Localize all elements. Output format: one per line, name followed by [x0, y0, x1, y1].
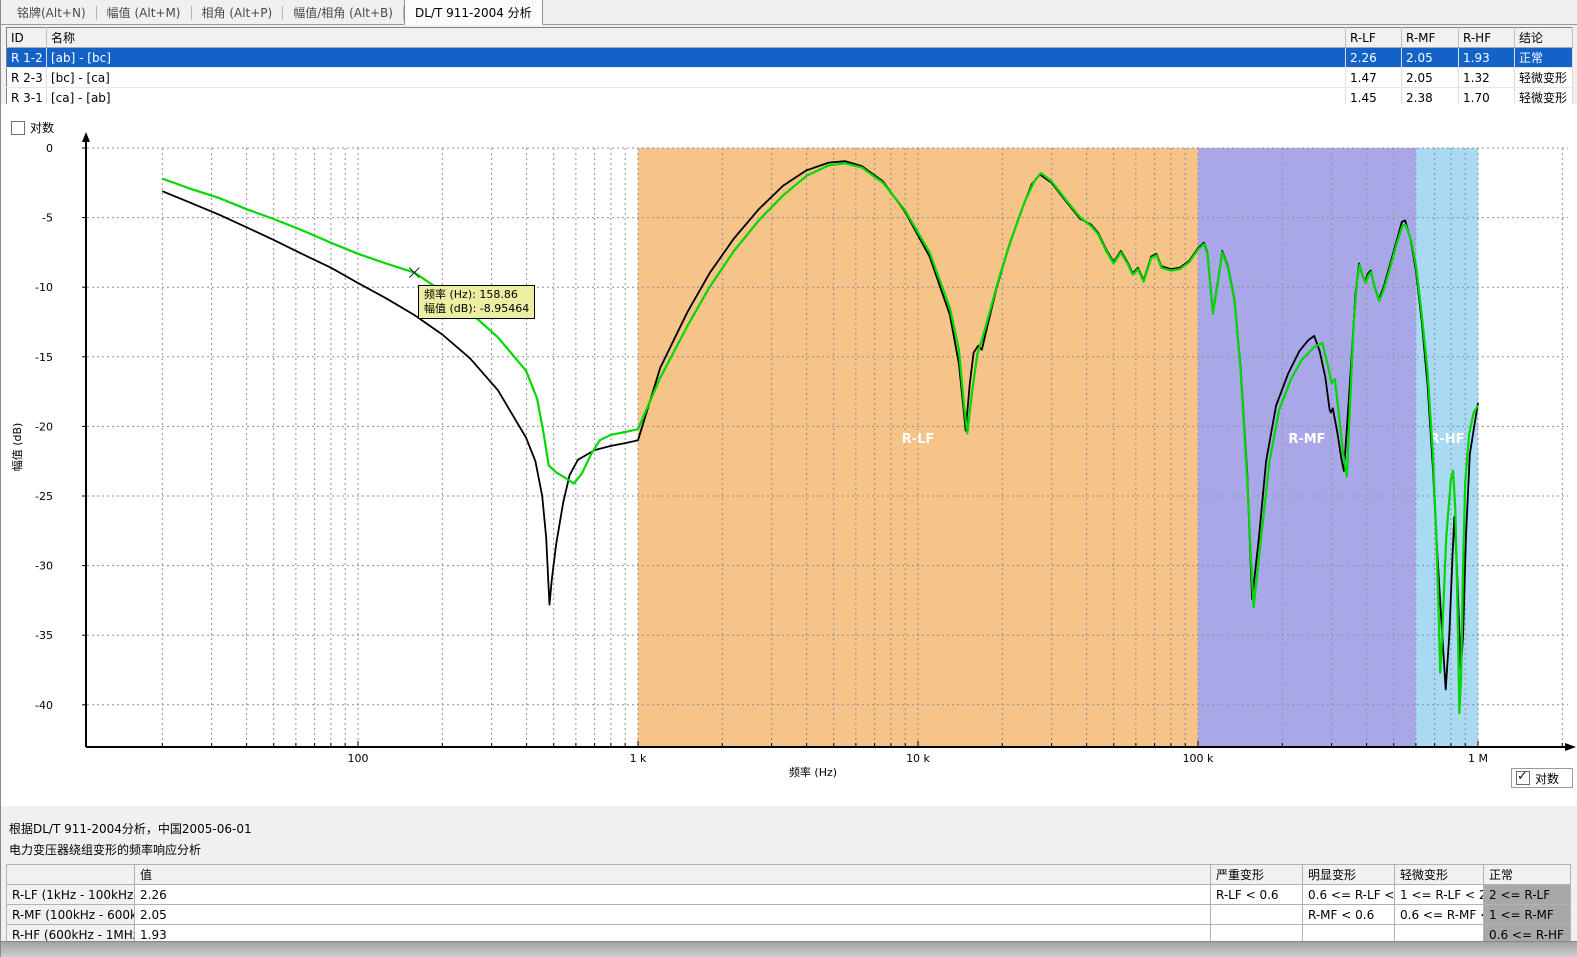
tab-4[interactable]: 幅值/相角 (Alt+B) [283, 0, 403, 24]
x-tick-label: 1 k [630, 752, 647, 765]
band-r-mf [1198, 148, 1416, 747]
analysis-criteria-table: 值严重变形明显变形轻微变形正常R-LF (1kHz - 100kHz)2.26R… [6, 864, 1571, 945]
tab-1[interactable]: 铭牌(Alt+N) [7, 0, 96, 24]
column-header[interactable] [7, 865, 135, 885]
cell: 轻微变形 [1515, 68, 1573, 88]
band-label-r-lf: R-LF [902, 432, 935, 447]
y-tick-label: -5 [42, 212, 53, 225]
cell: 2.05 [135, 905, 1211, 925]
table-row: R-MF (100kHz - 600kHz)2.05 R-MF < 0.60.6 … [7, 905, 1571, 925]
tooltip-magnitude: 幅值 (dB): -8.95464 [424, 302, 529, 316]
x-tick-label: 100 k [1183, 752, 1214, 765]
cell: 1.47 [1346, 68, 1402, 88]
column-header[interactable]: R-MF [1402, 28, 1459, 48]
cell: R 2-3 [7, 68, 47, 88]
column-header[interactable]: 值 [135, 865, 1211, 885]
analysis-note-line-1: 根据DL/T 911-2004分析，中国2005-06-01 [9, 820, 252, 837]
frequency-response-plot: 0 -5 -10 -15 -20 -25 -30 -35 -40 100 1 k 10 k 100 k 1… [1, 104, 1577, 806]
y-tick-label: -40 [35, 699, 53, 712]
chart-tooltip: 频率 (Hz): 158.86 幅值 (dB): -8.95464 [418, 285, 535, 319]
x-axis-arrow-icon [1565, 743, 1576, 751]
cell: 2.05 [1402, 68, 1459, 88]
cell: R-LF (1kHz - 100kHz) [7, 885, 135, 905]
log-scale-checkbox-bottom[interactable]: 对数 [1511, 768, 1573, 788]
cell: 2.26 [1346, 48, 1402, 68]
status-strip [1, 941, 1577, 957]
table-header-row: 值严重变形明显变形轻微变形正常 [7, 865, 1571, 885]
results-table: ID名称R-LFR-MFR-HF结论R 1-2[ab] - [bc]2.262.… [6, 27, 1573, 108]
fra-analysis-window: { "tabs": [ {"label": "铭牌(Alt+N)", "acti… [0, 0, 1577, 957]
tab-2[interactable]: 幅值 (Alt+M) [97, 0, 191, 24]
cell: 1.32 [1459, 68, 1515, 88]
x-tick-label: 100 [348, 752, 369, 765]
cell: [ab] - [bc] [47, 48, 1346, 68]
y-tick-label: -35 [35, 629, 53, 642]
tab-5[interactable]: DL/T 911-2004 分析 [404, 0, 543, 25]
column-header[interactable]: 严重变形 [1211, 865, 1303, 885]
y-axis-arrow-icon [82, 132, 90, 142]
column-header[interactable]: 结论 [1515, 28, 1573, 48]
analysis-note-line-2: 电力变压器绕组变形的频率响应分析 [9, 841, 201, 858]
cell: 1.93 [1459, 48, 1515, 68]
cell: 0.6 <= R-MF < 1 [1395, 905, 1484, 925]
band-r-lf [638, 148, 1198, 747]
cell: 2.05 [1402, 48, 1459, 68]
table-row: R-LF (1kHz - 100kHz)2.26R-LF < 0.60.6 <=… [7, 885, 1571, 905]
y-tick-label: -30 [35, 560, 53, 573]
cell: 正常 [1515, 48, 1573, 68]
cell: 1 <= R-LF < 2 [1395, 885, 1484, 905]
checkbox-icon[interactable] [1516, 771, 1530, 785]
cell: R-MF < 0.6 [1303, 905, 1395, 925]
column-header[interactable]: 明显变形 [1303, 865, 1395, 885]
cell: 2 <= R-LF [1484, 885, 1571, 905]
cell: 0.6 <= R-LF < 1 [1303, 885, 1395, 905]
column-header[interactable]: 轻微变形 [1395, 865, 1484, 885]
band-label-r-hf: R-HF [1429, 432, 1464, 447]
y-tick-label: -15 [35, 351, 53, 364]
column-header[interactable]: 正常 [1484, 865, 1571, 885]
x-axis-title: 频率 (Hz) [789, 765, 837, 779]
column-header[interactable]: R-HF [1459, 28, 1515, 48]
tab-3[interactable]: 相角 (Alt+P) [192, 0, 283, 24]
table-header-row: ID名称R-LFR-MFR-HF结论 [7, 28, 1573, 48]
column-header[interactable]: ID [7, 28, 47, 48]
cell: R 1-2 [7, 48, 47, 68]
cell: R-LF < 0.6 [1211, 885, 1303, 905]
y-tick-label: 0 [46, 142, 53, 155]
y-tick-label: -20 [35, 420, 53, 433]
cell [1211, 905, 1303, 925]
table-row[interactable]: R 1-2[ab] - [bc]2.262.051.93正常 [7, 48, 1573, 68]
y-tick-label: -25 [35, 490, 53, 503]
table-row[interactable]: R 2-3[bc] - [ca]1.472.051.32轻微变形 [7, 68, 1573, 88]
y-tick-label: -10 [35, 281, 53, 294]
column-header[interactable]: R-LF [1346, 28, 1402, 48]
cell: 1 <= R-MF [1484, 905, 1571, 925]
tooltip-frequency: 频率 (Hz): 158.86 [424, 288, 529, 302]
cell: 2.26 [135, 885, 1211, 905]
chart-panel: 对数 0 -5 -10 -15 -20 -25 -30 -35 -40 100 1 k 10 k 100… [1, 104, 1577, 806]
cell: [bc] - [ca] [47, 68, 1346, 88]
band-label-r-mf: R-MF [1288, 432, 1325, 447]
tab-bar: 铭牌(Alt+N)幅值 (Alt+M)相角 (Alt+P)幅值/相角 (Alt+… [1, 0, 1577, 25]
y-axis-title: 幅值 (dB) [11, 423, 24, 472]
log-checkbox-label: 对数 [1535, 770, 1559, 787]
cell: R-MF (100kHz - 600kHz) [7, 905, 135, 925]
x-tick-label: 1 M [1468, 752, 1488, 765]
column-header[interactable]: 名称 [47, 28, 1346, 48]
x-tick-label: 10 k [906, 752, 930, 765]
